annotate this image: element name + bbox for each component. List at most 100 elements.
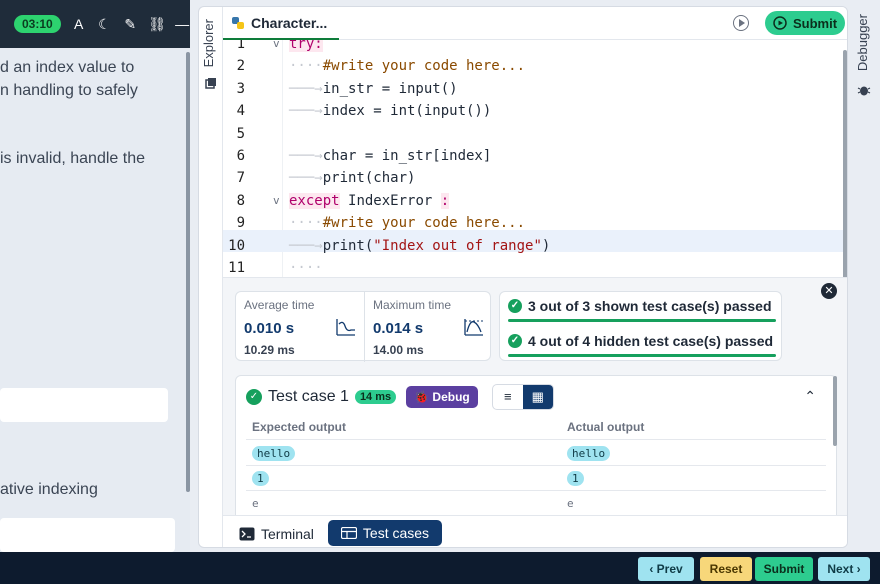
problem-text-line: ative indexing xyxy=(0,481,98,498)
fold-chevron-icon[interactable]: v xyxy=(273,190,280,213)
comment: #write your code here... xyxy=(322,58,526,74)
test-case-scrollbar[interactable] xyxy=(833,376,837,446)
editor-tab-bar: Character... Submit xyxy=(223,7,847,40)
dark-mode-icon[interactable]: ☾ xyxy=(97,16,113,33)
actual-output-value: hello xyxy=(567,446,611,461)
test-case-header[interactable]: ✓ Test case 1 14 ms 🐞 Debug ≡ ▦ xyxy=(246,384,554,410)
test-case-time-badge: 14 ms xyxy=(354,390,397,404)
code-line[interactable]: 10 ───→print("Index out of range") xyxy=(223,235,847,258)
code-editor[interactable]: 1 v try: 2 ····#write your code here... … xyxy=(223,40,847,277)
table-view-icon[interactable]: ▦ xyxy=(522,385,553,409)
submit-code-button[interactable]: Submit xyxy=(765,11,845,35)
tab-terminal[interactable]: Terminal xyxy=(239,522,314,546)
problem-example-box xyxy=(0,388,168,422)
check-circle-icon: ✓ xyxy=(508,334,522,348)
files-icon xyxy=(205,78,216,89)
fold-chevron-icon[interactable]: v xyxy=(273,40,280,56)
line-number: 6 xyxy=(236,148,245,164)
run-button[interactable] xyxy=(733,15,749,31)
code-line[interactable]: 9 ····#write your code here... xyxy=(223,212,847,235)
prev-button[interactable]: ‹ Prev xyxy=(638,557,694,581)
shown-passed-bar xyxy=(508,319,776,322)
line-number: 2 xyxy=(236,58,245,74)
code-line[interactable]: 7 ───→print(char) xyxy=(223,167,847,190)
line-number: 9 xyxy=(236,215,245,231)
debugger-label[interactable]: Debugger xyxy=(855,14,870,71)
keyword: except xyxy=(289,193,340,209)
explorer-label[interactable]: Explorer xyxy=(201,19,216,67)
expected-output-header: Expected output xyxy=(252,420,347,434)
average-time-ms: 10.29 ms xyxy=(244,343,295,357)
edit-icon[interactable]: ✎ xyxy=(122,16,138,33)
python-icon xyxy=(232,16,244,29)
actual-output-header: Actual output xyxy=(567,420,645,434)
view-toggle[interactable]: ≡ ▦ xyxy=(491,384,554,410)
code-line[interactable]: 2 ····#write your code here... xyxy=(223,55,847,78)
hidden-passed-row: ✓ 4 out of 4 hidden test case(s) passed xyxy=(508,327,776,355)
expected-output-value: hello xyxy=(252,446,296,461)
actual-output-value: e xyxy=(567,497,574,510)
link-icon[interactable]: ⛓ xyxy=(148,16,166,33)
max-time-cell: Maximum time 0.014 s 14.00 ms xyxy=(364,292,492,362)
terminal-tab-label: Terminal xyxy=(261,526,314,542)
next-button[interactable]: Next › xyxy=(818,557,870,581)
test-cases-tab-label: Test cases xyxy=(362,525,430,541)
reset-button[interactable]: Reset xyxy=(700,557,752,581)
line-number: 3 xyxy=(236,81,245,97)
file-tab[interactable]: Character... xyxy=(223,7,339,40)
code-line[interactable]: 6 ───→char = in_str[index] xyxy=(223,145,847,168)
explorer-rail[interactable]: Explorer xyxy=(199,7,223,547)
row-divider xyxy=(246,465,826,466)
row-divider xyxy=(246,439,826,440)
line-number: 7 xyxy=(236,170,245,186)
code-text: index = int(input()) xyxy=(322,103,492,119)
hidden-passed-text: 4 out of 4 hidden test case(s) passed xyxy=(528,333,774,349)
submit-button[interactable]: Submit xyxy=(755,557,813,581)
chevron-up-icon[interactable]: ⌃ xyxy=(804,388,816,405)
code-line[interactable]: 5 xyxy=(223,123,847,146)
line-number: 4 xyxy=(236,103,245,119)
debugger-rail[interactable]: Debugger xyxy=(848,0,880,552)
code-text: char = in_str[index] xyxy=(322,148,492,164)
bug-icon xyxy=(857,86,871,96)
test-case-title: Test case 1 xyxy=(268,388,349,405)
line-number: 5 xyxy=(236,126,245,142)
line-number: 10 xyxy=(228,238,245,254)
code-line[interactable]: 4 ───→index = int(input()) xyxy=(223,100,847,123)
problem-text-line: d an index value to xyxy=(0,59,135,76)
check-circle-icon: ✓ xyxy=(246,389,262,405)
max-time-ms: 14.00 ms xyxy=(373,343,424,357)
test-case-card: ✓ Test case 1 14 ms 🐞 Debug ≡ ▦ ⌃ Expect… xyxy=(235,375,837,515)
code-line[interactable]: 1 v try: xyxy=(223,40,847,56)
bottom-tab-bar: Terminal Test cases xyxy=(223,515,847,547)
debug-button[interactable]: 🐞 Debug xyxy=(406,386,478,408)
comment: #write your code here... xyxy=(322,215,526,231)
average-time-cell: Average time 0.010 s 10.29 ms xyxy=(236,292,364,362)
minimize-icon[interactable]: — xyxy=(174,16,190,32)
editor-scrollbar[interactable] xyxy=(843,50,847,277)
tab-test-cases[interactable]: Test cases xyxy=(328,520,442,546)
editor-panel: Explorer Character... Submit 1 v try: 2 … xyxy=(198,6,848,548)
max-time-label: Maximum time xyxy=(373,298,452,312)
problem-text-line: n handling to safely xyxy=(0,82,138,99)
close-icon[interactable]: ✕ xyxy=(821,283,837,299)
pass-summary-card: ✓ 3 out of 3 shown test case(s) passed ✓… xyxy=(499,291,782,361)
problem-text-line: is invalid, handle the xyxy=(0,150,145,167)
debug-label: Debug xyxy=(432,390,470,404)
test-results-panel: ✕ Average time 0.010 s 10.29 ms Maximum … xyxy=(223,277,847,515)
shown-passed-row: ✓ 3 out of 3 shown test case(s) passed xyxy=(508,292,776,320)
code-line[interactable]: 11 ···· xyxy=(223,257,847,277)
pane-splitter[interactable] xyxy=(190,0,198,552)
problem-pane: 03:10 A ☾ ✎ ⛓ — d an index value to n ha… xyxy=(0,0,190,552)
code-line[interactable]: 3 ───→in_str = input() xyxy=(223,78,847,101)
code-text: ) xyxy=(541,238,551,254)
code-colon: : xyxy=(440,193,450,209)
string-literal: "Index out of range" xyxy=(373,238,542,254)
code-text: print(char) xyxy=(322,170,416,186)
list-view-icon[interactable]: ≡ xyxy=(493,385,523,409)
average-time-label: Average time xyxy=(244,298,315,312)
average-curve-icon xyxy=(336,319,355,336)
font-size-icon[interactable]: A xyxy=(71,16,87,32)
submit-code-label: Submit xyxy=(792,15,838,31)
code-line[interactable]: 8 v except IndexError : xyxy=(223,190,847,213)
